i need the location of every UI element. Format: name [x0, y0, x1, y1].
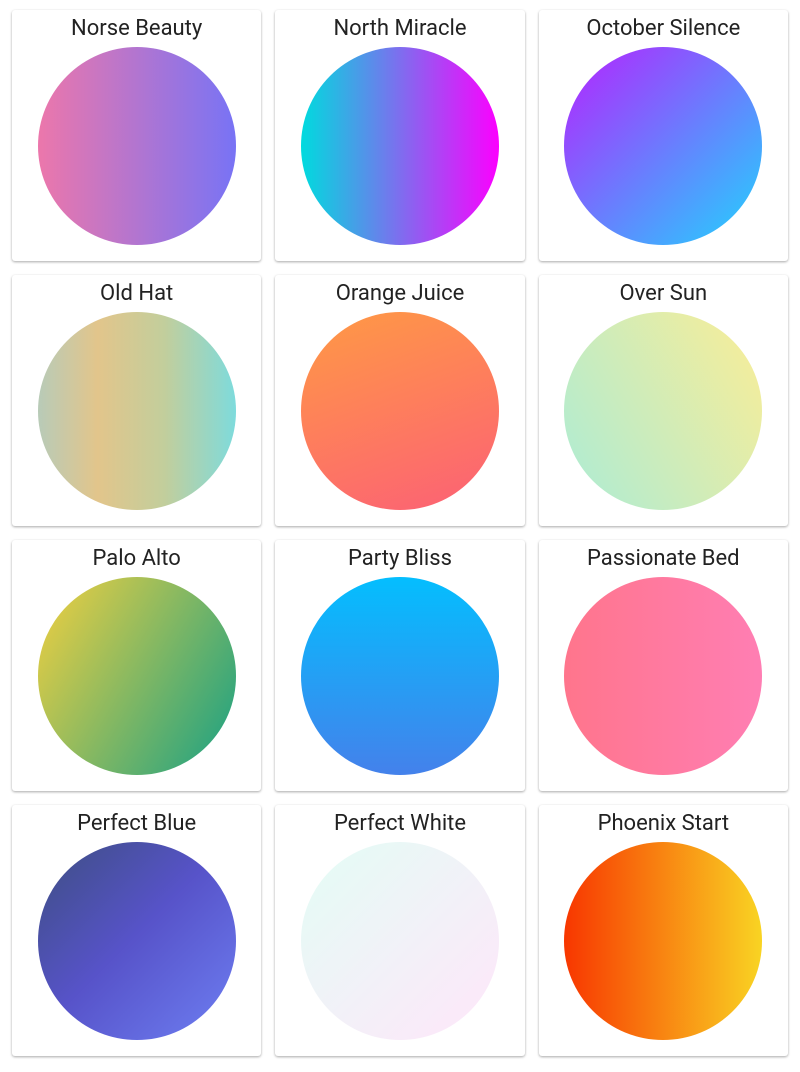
gradient-title: Perfect White [334, 811, 466, 836]
gradient-card-passionate-bed[interactable]: Passionate Bed [539, 540, 788, 791]
gradient-card-phoenix-start[interactable]: Phoenix Start [539, 805, 788, 1056]
gradient-title: Norse Beauty [71, 16, 202, 41]
gradient-title: North Miracle [333, 16, 466, 41]
gradient-title: Perfect Blue [77, 811, 196, 836]
gradient-card-old-hat[interactable]: Old Hat [12, 275, 261, 526]
gradient-title: Old Hat [100, 281, 173, 306]
gradient-swatch [564, 47, 762, 245]
gradient-swatch [301, 312, 499, 510]
gradient-card-palo-alto[interactable]: Palo Alto [12, 540, 261, 791]
gradient-swatch [38, 577, 236, 775]
gradient-card-norse-beauty[interactable]: Norse Beauty [12, 10, 261, 261]
gradient-swatch [301, 577, 499, 775]
gradient-card-perfect-white[interactable]: Perfect White [275, 805, 524, 1056]
gradient-card-perfect-blue[interactable]: Perfect Blue [12, 805, 261, 1056]
gradient-swatch [564, 312, 762, 510]
gradient-swatch [38, 47, 236, 245]
gradient-title: Phoenix Start [598, 811, 730, 836]
gradient-title: Palo Alto [93, 546, 181, 571]
gradient-card-october-silence[interactable]: October Silence [539, 10, 788, 261]
gradient-title: Orange Juice [336, 281, 465, 306]
gradient-swatch [564, 577, 762, 775]
gradient-swatch [564, 842, 762, 1040]
gradient-title: Over Sun [620, 281, 708, 306]
gradient-swatch [38, 842, 236, 1040]
gradient-card-orange-juice[interactable]: Orange Juice [275, 275, 524, 526]
gradient-card-over-sun[interactable]: Over Sun [539, 275, 788, 526]
gradient-title: Party Bliss [348, 546, 452, 571]
gradient-title: October Silence [586, 16, 740, 41]
gradient-title: Passionate Bed [587, 546, 740, 571]
gradient-card-party-bliss[interactable]: Party Bliss [275, 540, 524, 791]
gradient-swatch [38, 312, 236, 510]
gradient-card-north-miracle[interactable]: North Miracle [275, 10, 524, 261]
gradient-swatch [301, 842, 499, 1040]
gradient-swatch [301, 47, 499, 245]
